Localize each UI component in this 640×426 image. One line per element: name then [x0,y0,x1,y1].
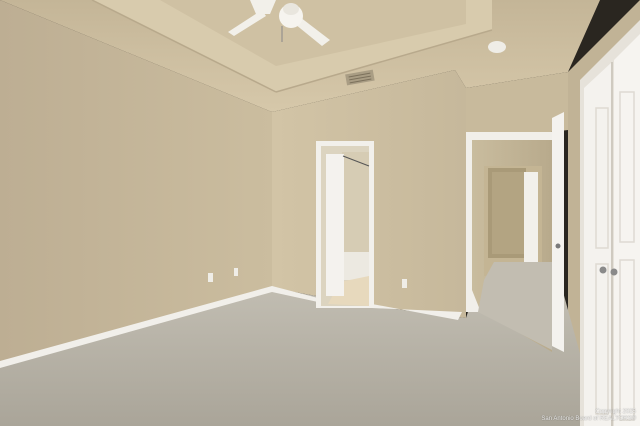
smoke-detector [488,41,506,53]
room-photo: Copyright 2025 San Antonio Board of REAL… [0,0,640,426]
closet-knob-right [610,268,618,276]
closet-knob-left [599,266,607,274]
outlet-1 [208,273,213,282]
bath-door [326,154,344,296]
hall-door [552,112,564,352]
watermark-line-2: San Antonio Board of REALTORS® [541,416,636,422]
watermark-line-1: Copyright 2025 [595,409,636,415]
bathtub [343,252,369,280]
room-illustration [0,0,640,426]
outlet-2 [234,268,238,276]
photo-watermark: Copyright 2025 San Antonio Board of REAL… [541,409,636,423]
closet-door-right [614,34,640,426]
outlet-3 [402,279,407,288]
far-door [524,172,538,272]
